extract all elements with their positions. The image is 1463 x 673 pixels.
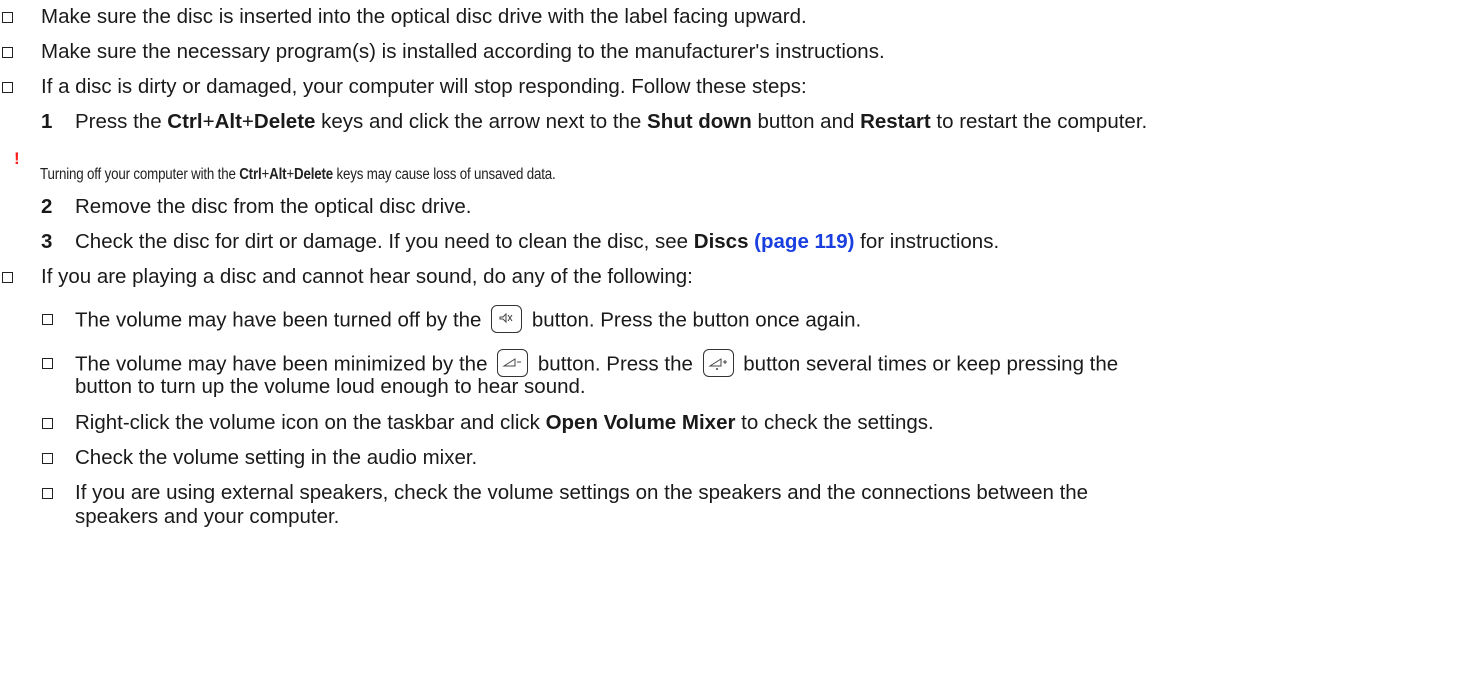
checkbox-bullet-icon: [2, 82, 13, 93]
sub-item-minimized-continued: button to turn up the volume loud enough…: [75, 375, 586, 398]
sub-item-external-speakers: If you are using external speakers, chec…: [75, 481, 1089, 504]
step-number: 2: [41, 195, 53, 218]
sub-item-volume-mixer: Right-click the volume icon on the taskb…: [75, 411, 934, 434]
checkbox-bullet-icon: [42, 453, 53, 464]
item-text: Make sure the necessary program(s) is in…: [41, 40, 885, 63]
open-volume-mixer-label: Open Volume Mixer: [545, 411, 736, 434]
shutdown-label: Shut down: [647, 110, 752, 133]
checkbox-bullet-icon: [42, 314, 53, 325]
discs-label: Discs: [693, 230, 749, 253]
step-3-text: Check the disc for dirt or damage. If yo…: [75, 230, 1000, 253]
item-text: Make sure the disc is inserted into the …: [41, 5, 807, 28]
restart-label: Restart: [860, 110, 931, 133]
sub-item-mute: The volume may have been turned off by t…: [75, 305, 861, 335]
step-1-text: Press the Ctrl+Alt+Delete keys and click…: [75, 110, 1148, 133]
key-alt: Alt: [214, 110, 242, 133]
key-ctrl: Ctrl: [167, 110, 203, 133]
checklist-item-program-installed: Make sure the necessary program(s) is in…: [41, 40, 885, 64]
warning-note: Turning off your computer with the Ctrl+…: [40, 166, 556, 183]
sub-item-audio-mixer: Check the volume setting in the audio mi…: [75, 446, 478, 469]
checkbox-bullet-icon: [2, 47, 13, 58]
step-number: 3: [41, 230, 53, 253]
checkbox-bullet-icon: [42, 358, 53, 369]
step-number: 1: [41, 110, 53, 133]
checklist-item-dirty-disc: If a disc is dirty or damaged, your comp…: [41, 75, 807, 99]
sub-item-external-speakers-continued: speakers and your computer.: [75, 505, 340, 528]
mute-key-icon: [491, 305, 523, 333]
step-2-text: Remove the disc from the optical disc dr…: [75, 195, 472, 218]
warning-icon: !: [14, 149, 20, 168]
volume-down-key-icon: [497, 349, 529, 377]
item-text: If a disc is dirty or damaged, your comp…: [41, 75, 807, 98]
volume-up-key-icon: [702, 349, 734, 377]
checkbox-bullet-icon: [42, 488, 53, 499]
checkbox-bullet-icon: [2, 12, 13, 23]
checklist-item-insert-disc: Make sure the disc is inserted into the …: [41, 5, 807, 29]
checklist-item-no-sound: If you are playing a disc and cannot hea…: [41, 265, 693, 288]
checkbox-bullet-icon: [42, 418, 53, 429]
checkbox-bullet-icon: [2, 272, 13, 283]
page-119-link[interactable]: (page 119): [748, 230, 854, 253]
key-delete: Delete: [253, 110, 316, 133]
